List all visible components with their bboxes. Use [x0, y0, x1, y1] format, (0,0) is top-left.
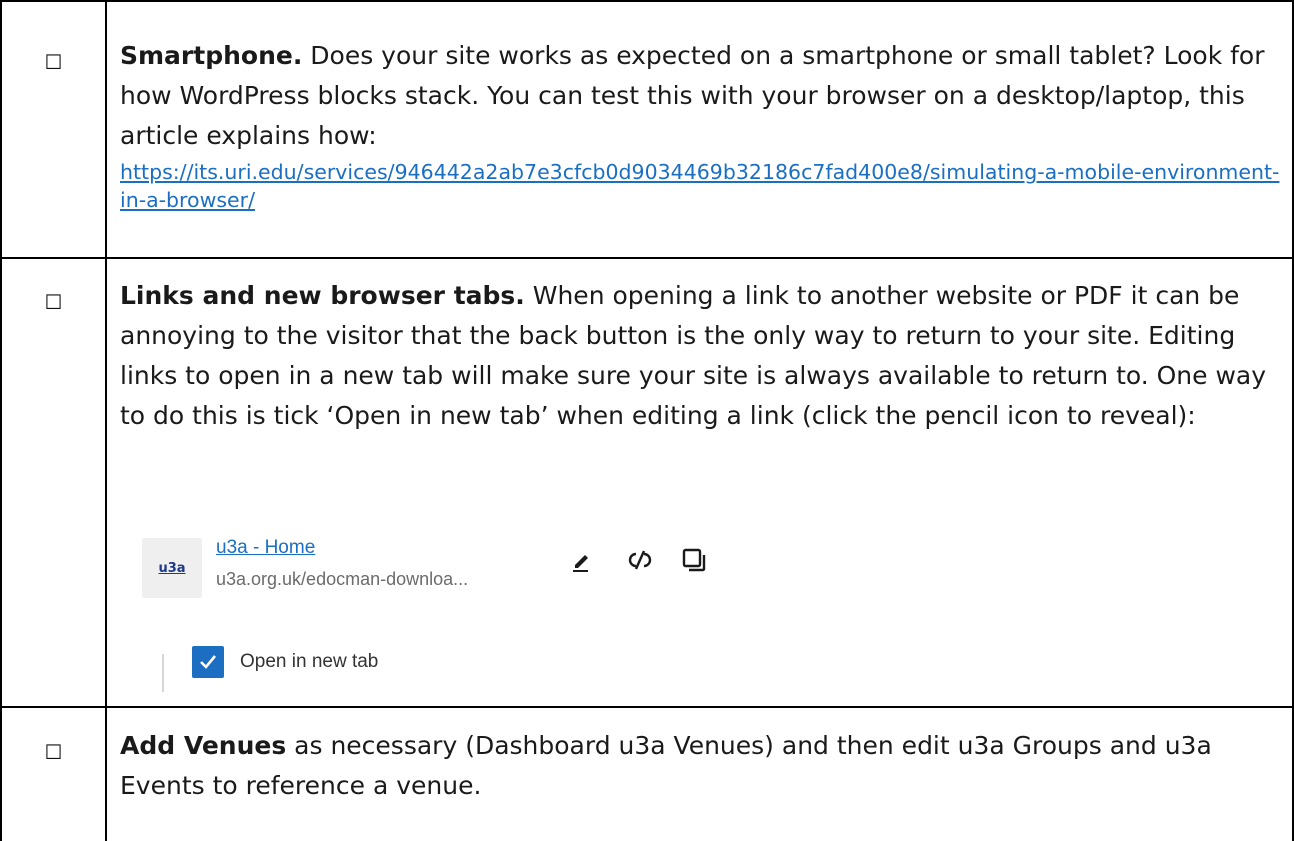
link-edit-popover: u3a u3a - Home u3a.org.uk/edocman-downlo…: [120, 526, 706, 696]
row-checkbox[interactable]: ☐: [0, 52, 107, 72]
table-row: Add Venues as necessary (Dashboard u3a V…: [120, 726, 1280, 806]
settings-divider: [162, 654, 164, 692]
link-url: u3a.org.uk/edocman-downloa...: [216, 569, 469, 589]
table-column-divider: [105, 0, 107, 841]
site-favicon: u3a: [142, 538, 202, 598]
row-checkbox[interactable]: ☐: [0, 742, 107, 762]
row-title: Add Venues: [120, 731, 287, 760]
open-in-new-tab-checkbox[interactable]: [192, 646, 224, 678]
row-title: Links and new browser tabs.: [120, 281, 525, 310]
checklist-table: ☐ Smartphone. Does your site works as ex…: [0, 0, 1294, 841]
pencil-icon[interactable]: [568, 546, 596, 574]
table-row: Links and new browser tabs. When opening…: [120, 276, 1280, 436]
row-title: Smartphone.: [120, 41, 303, 70]
open-in-new-tab-label: Open in new tab: [240, 651, 379, 672]
table-row: Smartphone. Does your site works as expe…: [120, 36, 1280, 214]
table-border-top: [0, 0, 1294, 2]
table-border-left: [0, 0, 2, 841]
row-divider: [0, 257, 1294, 259]
article-link[interactable]: https://its.uri.edu/services/946442a2ab7…: [120, 158, 1280, 214]
row-checkbox[interactable]: ☐: [0, 292, 107, 312]
copy-icon[interactable]: [680, 546, 708, 574]
link-title[interactable]: u3a - Home: [216, 536, 315, 560]
unlink-icon[interactable]: [626, 546, 654, 574]
row-divider: [0, 706, 1294, 708]
